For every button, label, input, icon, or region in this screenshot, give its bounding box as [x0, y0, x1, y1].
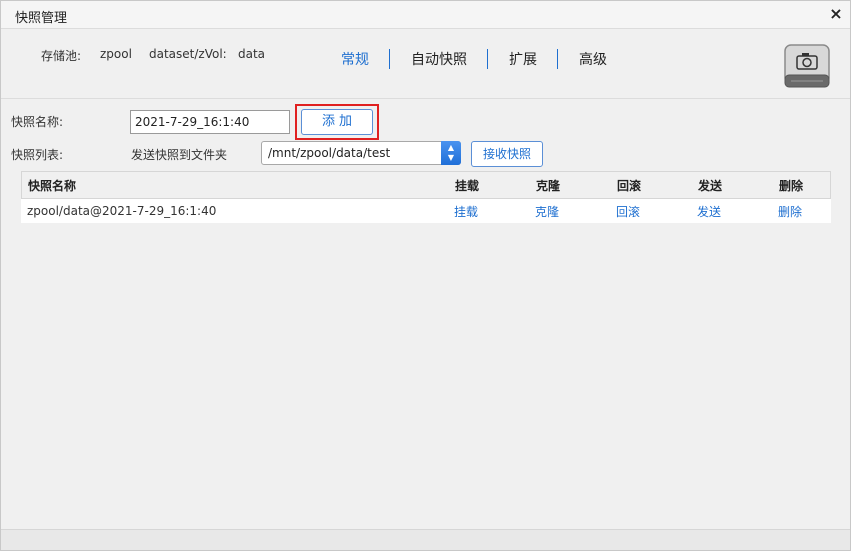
- column-header-delete: 删除: [779, 178, 804, 193]
- column-header-rollback: 回滚: [617, 178, 642, 193]
- tab-divider: [557, 49, 558, 69]
- close-icon[interactable]: ×: [828, 5, 844, 23]
- column-header-send: 发送: [698, 178, 723, 193]
- tab-divider: [487, 49, 488, 69]
- tab-divider: [389, 49, 390, 69]
- rollback-link[interactable]: 回滚: [616, 199, 640, 223]
- updown-arrows-icon: ▲ ▼: [441, 141, 461, 165]
- send-to-folder-label: 发送快照到文件夹: [131, 148, 228, 162]
- snapshot-list-label: 快照列表:: [11, 148, 64, 162]
- tab-general[interactable]: 常规: [341, 49, 369, 69]
- snapshot-table: 快照名称 挂载 克隆 回滚 发送 删除 zpool/data@2021-7-29…: [21, 171, 831, 223]
- snapshot-name-label: 快照名称:: [11, 115, 64, 129]
- folder-select[interactable]: /mnt/zpool/data/test ▲ ▼: [261, 141, 461, 165]
- column-header-clone: 克隆: [536, 178, 561, 193]
- titlebar: 快照管理 ×: [1, 1, 850, 29]
- dataset-value: data: [238, 47, 266, 61]
- dataset-label: dataset/zVol:: [149, 47, 227, 61]
- add-button[interactable]: 添加: [301, 109, 373, 135]
- column-header-name: 快照名称: [28, 178, 77, 193]
- column-header-mount: 挂载: [455, 178, 480, 193]
- receive-snapshot-button[interactable]: 接收快照: [471, 141, 543, 167]
- footer-bar: [1, 529, 850, 550]
- header-panel: 存储池: zpool dataset/zVol: data 常规 自动快照 扩展…: [1, 29, 850, 99]
- pool-label: 存储池:: [41, 49, 82, 63]
- clone-link[interactable]: 克隆: [535, 199, 559, 223]
- snapshot-name-input[interactable]: [130, 110, 290, 134]
- table-row: zpool/data@2021-7-29_16:1:40 挂载 克隆 回滚 发送…: [21, 199, 831, 223]
- window-title: 快照管理: [15, 11, 68, 26]
- disk-camera-icon: [784, 44, 830, 88]
- tab-auto-snapshot[interactable]: 自动快照: [411, 49, 467, 69]
- tab-advanced[interactable]: 高级: [579, 49, 607, 69]
- snapshot-manager-window: 快照管理 × 存储池: zpool dataset/zVol: data 常规 …: [0, 0, 851, 551]
- table-header: 快照名称 挂载 克隆 回滚 发送 删除: [21, 171, 831, 199]
- send-link[interactable]: 发送: [697, 199, 721, 223]
- pool-value: zpool: [100, 47, 132, 61]
- delete-link[interactable]: 删除: [778, 199, 802, 223]
- mount-link[interactable]: 挂载: [454, 199, 478, 223]
- folder-select-value: /mnt/zpool/data/test: [268, 146, 391, 160]
- tab-extension[interactable]: 扩展: [509, 49, 537, 69]
- snapshot-name-cell: zpool/data@2021-7-29_16:1:40: [27, 204, 217, 218]
